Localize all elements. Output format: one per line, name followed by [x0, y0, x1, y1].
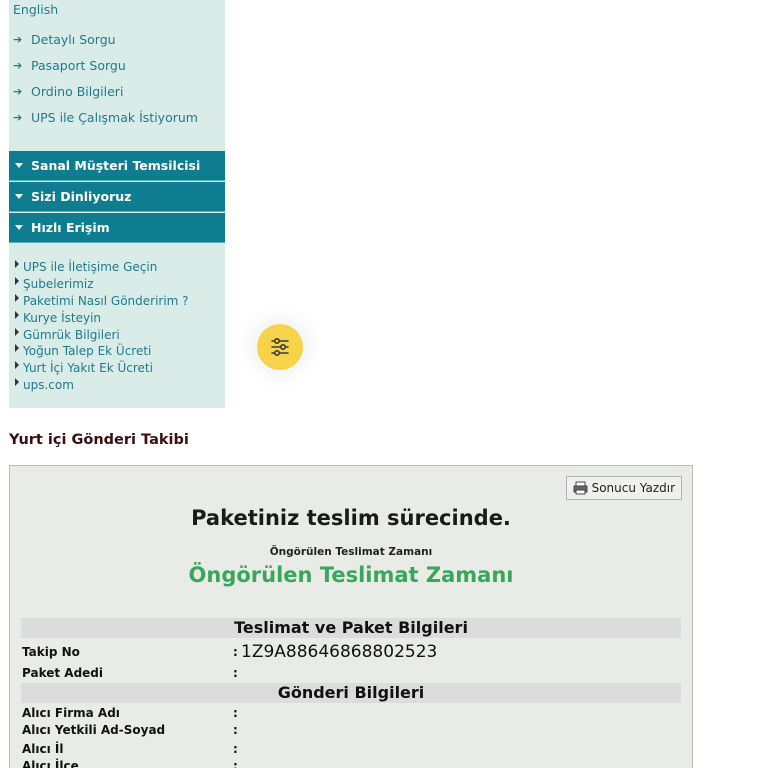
arrow-right-icon: ➔ — [13, 58, 23, 72]
sidebar-item-label: Pasaport Sorgu — [31, 57, 126, 73]
recipient-contact-row: Alıcı Yetkili Ad-Soyad : — [22, 723, 682, 740]
caret-down-icon — [15, 194, 23, 199]
accordion-virtual-representative[interactable]: Sanal Müşteri Temsilcisi — [9, 151, 225, 181]
delivery-info-header: Teslimat ve Paket Bilgileri — [21, 618, 681, 638]
link-label: Paketimi Nasıl Gönderirim ? — [23, 293, 189, 308]
separator: : — [233, 759, 238, 768]
link-label: UPS ile İletişime Geçin — [23, 260, 158, 275]
recipient-district-row: Alıcı İlçe : — [22, 759, 682, 768]
accordion-quick-access[interactable]: Hızlı Erişim — [9, 213, 225, 243]
recipient-city-row: Alıcı İl : — [22, 742, 682, 759]
language-link[interactable]: English — [13, 2, 58, 17]
recipient-company-label: Alıcı Firma Adı — [22, 706, 120, 720]
link-label: Kurye İsteyin — [23, 310, 102, 325]
triangle-right-icon — [15, 277, 19, 286]
separator: : — [233, 723, 238, 737]
link-customs-info[interactable]: Gümrük Bilgileri — [15, 326, 189, 343]
delivery-status-message: Paketiniz teslim sürecinde. — [191, 506, 511, 530]
separator: : — [233, 645, 238, 659]
arrow-right-icon: ➔ — [13, 110, 23, 124]
accordion-feedback[interactable]: Sizi Dinliyoruz — [9, 182, 225, 212]
package-count-row: Paket Adedi : — [22, 666, 682, 683]
print-result-button[interactable]: Sonucu Yazdır — [565, 476, 682, 500]
triangle-right-icon — [15, 377, 19, 386]
recipient-company-row: Alıcı Firma Adı : — [22, 706, 682, 723]
caret-down-icon — [15, 163, 23, 168]
caret-down-icon — [15, 225, 23, 230]
tracking-number-value: 1Z9A88646868802523 — [241, 642, 438, 662]
recipient-district-label: Alıcı İlçe — [22, 759, 79, 768]
sidebar-item-careers[interactable]: ➔ UPS ile Çalışmak İstiyorum — [9, 104, 225, 130]
link-ups-com[interactable]: ups.com — [15, 377, 189, 394]
shipment-info-header: Gönderi Bilgileri — [21, 683, 681, 703]
triangle-right-icon — [15, 293, 19, 302]
sidebar: English ➔ Detaylı Sorgu ➔ Pasaport Sorgu… — [9, 0, 225, 408]
link-peak-surcharge[interactable]: Yoğun Talep Ek Ücreti — [15, 343, 189, 360]
recipient-contact-label: Alıcı Yetkili Ad-Soyad — [22, 723, 166, 737]
tracking-number-label: Takip No — [22, 645, 80, 659]
triangle-right-icon — [15, 327, 19, 336]
link-label: Yoğun Talep Ek Ücreti — [23, 344, 152, 359]
link-label: ups.com — [23, 377, 74, 392]
link-label: Şubelerimiz — [23, 277, 94, 292]
sidebar-item-passport-query[interactable]: ➔ Pasaport Sorgu — [9, 52, 225, 78]
printer-icon — [573, 481, 588, 495]
link-fuel-surcharge[interactable]: Yurt İçi Yakıt Ek Ücreti — [15, 360, 189, 377]
package-count-label: Paket Adedi — [22, 666, 103, 680]
triangle-right-icon — [15, 310, 19, 319]
eta-value: Öngörülen Teslimat Zamanı — [188, 563, 514, 587]
eta-label: Öngörülen Teslimat Zamanı — [269, 546, 433, 558]
tracking-result-panel: Sonucu Yazdır Paketiniz teslim sürecinde… — [9, 465, 693, 768]
sidebar-item-label: Detaylı Sorgu — [31, 31, 116, 47]
link-label: Gümrük Bilgileri — [23, 327, 120, 342]
arrow-right-icon: ➔ — [13, 84, 23, 98]
separator: : — [233, 742, 238, 756]
quick-links-list: ➔ Detaylı Sorgu ➔ Pasaport Sorgu ➔ Ordin… — [9, 26, 225, 130]
accordion-label: Sanal Müşteri Temsilcisi — [31, 158, 201, 173]
arrow-right-icon: ➔ — [13, 32, 23, 46]
accordion-label: Sizi Dinliyoruz — [31, 189, 132, 204]
separator: : — [233, 666, 238, 680]
triangle-right-icon — [15, 260, 19, 269]
link-request-courier[interactable]: Kurye İsteyin — [15, 309, 189, 326]
triangle-right-icon — [15, 361, 19, 370]
separator: : — [233, 706, 238, 720]
triangle-right-icon — [15, 344, 19, 353]
filter-fab-button[interactable] — [257, 324, 303, 370]
sidebar-item-label: Ordino Bilgileri — [31, 83, 124, 99]
tracking-number-row: Takip No : 1Z9A88646868802523 — [22, 642, 682, 662]
link-label: Yurt İçi Yakıt Ek Ücreti — [23, 361, 153, 376]
section-title: Yurt içi Gönderi Takibi — [9, 432, 189, 448]
print-button-label: Sonucu Yazdır — [591, 481, 675, 495]
quick-access-list: UPS ile İletişime Geçin Şubelerimiz Pake… — [15, 259, 189, 393]
link-branches[interactable]: Şubelerimiz — [15, 276, 189, 293]
link-contact-ups[interactable]: UPS ile İletişime Geçin — [15, 259, 189, 276]
sidebar-item-label: UPS ile Çalışmak İstiyorum — [31, 109, 198, 125]
recipient-city-label: Alıcı İl — [22, 742, 64, 756]
sliders-icon — [271, 337, 289, 357]
sidebar-item-detailed-query[interactable]: ➔ Detaylı Sorgu — [9, 26, 225, 52]
link-how-to-ship[interactable]: Paketimi Nasıl Gönderirim ? — [15, 293, 189, 310]
sidebar-item-ordino-info[interactable]: ➔ Ordino Bilgileri — [9, 78, 225, 104]
accordion-label: Hızlı Erişim — [31, 220, 110, 235]
